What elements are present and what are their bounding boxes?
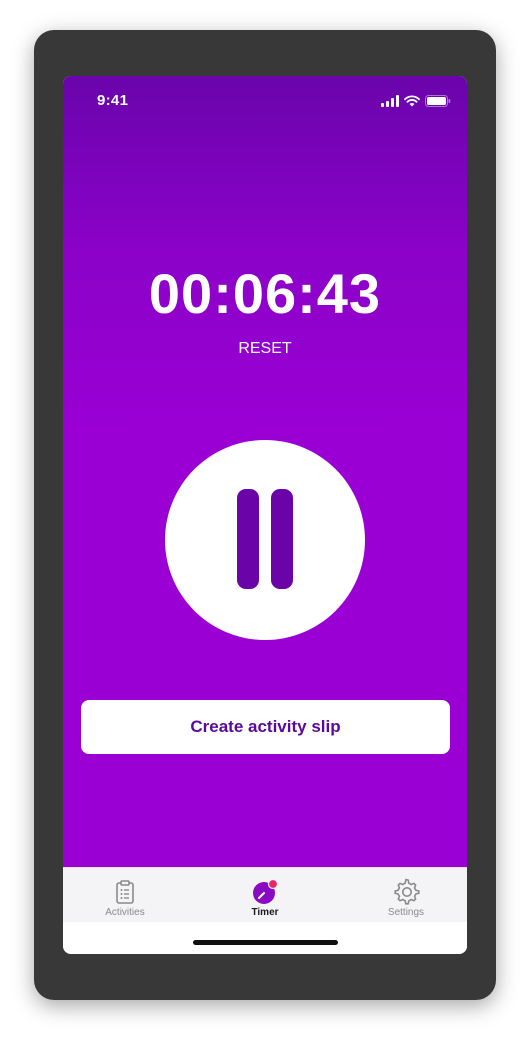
wifi-icon [404, 95, 420, 107]
timer-background: 9:41 00:06:43 RESET Create activity slip [63, 76, 467, 867]
phone-screen: 9:41 00:06:43 RESET Create activity slip… [63, 76, 467, 954]
elapsed-time: 00:06:43 [148, 262, 382, 325]
status-icons [381, 94, 451, 108]
create-activity-slip-button[interactable]: Create activity slip [81, 700, 450, 754]
tab-activities[interactable]: Activities [75, 868, 175, 923]
pause-bar-right [271, 489, 293, 589]
status-time: 9:41 [97, 92, 129, 109]
pause-bar-left [237, 489, 259, 589]
pause-button[interactable] [165, 440, 365, 640]
clipboard-icon [116, 880, 134, 904]
status-bar: 9:41 [63, 76, 467, 126]
home-indicator-area [63, 922, 467, 954]
tab-activities-label: Activities [105, 907, 145, 918]
home-indicator[interactable] [193, 940, 338, 945]
gear-icon [394, 878, 420, 905]
tab-bar: Activities Timer Settings [63, 867, 467, 923]
tab-timer[interactable]: Timer [215, 868, 315, 923]
timer-icon [253, 878, 279, 904]
reset-button[interactable]: RESET [215, 338, 315, 360]
battery-icon [425, 95, 451, 107]
tab-settings[interactable]: Settings [356, 868, 456, 923]
tab-settings-label: Settings [387, 907, 425, 918]
signal-icon [381, 95, 399, 107]
tab-timer-label: Timer [251, 907, 279, 918]
